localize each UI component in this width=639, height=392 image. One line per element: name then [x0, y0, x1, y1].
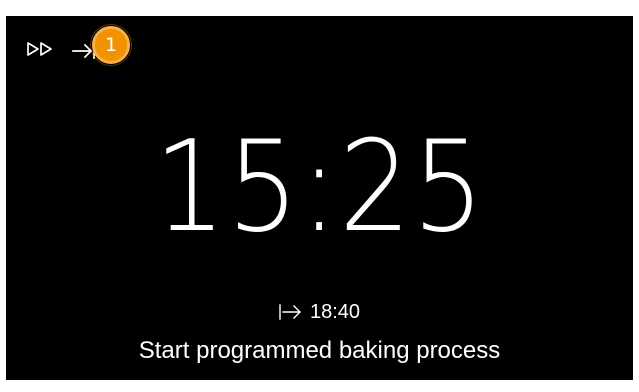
- oven-display: 1 15:25 18:40 Start programmed baking pr…: [6, 16, 633, 380]
- fast-forward-icon[interactable]: [27, 42, 53, 56]
- end-time-arrow-icon: [279, 304, 301, 320]
- status-message: Start programmed baking process: [138, 337, 501, 364]
- end-time-row: 18:40: [6, 302, 633, 322]
- end-time: 18:40: [309, 301, 361, 323]
- callout-marker: 1: [90, 24, 132, 66]
- clock-display: 15:25: [153, 113, 486, 260]
